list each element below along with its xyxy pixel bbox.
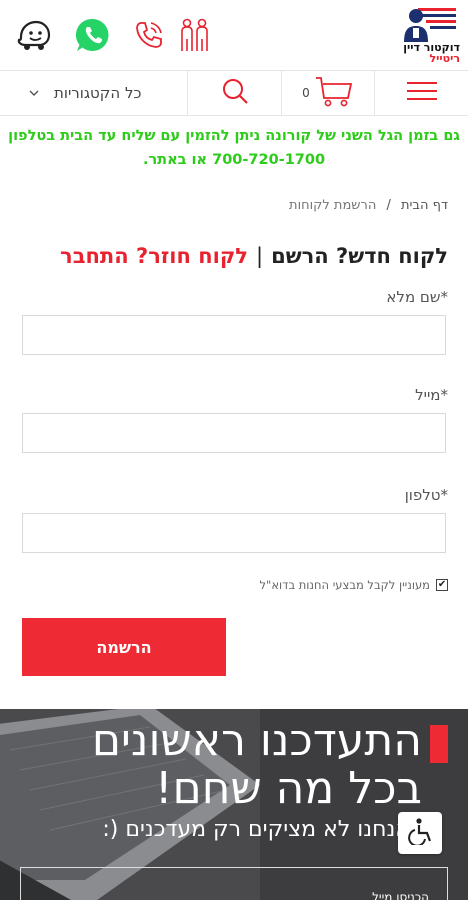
newsletter-label: מעוניין לקבל מבצעי החנות בדוא"ל [259, 578, 430, 592]
page-title: לקוח חדש? הרשם | לקוח חוזר? התחבר [60, 244, 448, 268]
name-field[interactable] [22, 315, 446, 355]
login-link[interactable]: לקוח חוזר? התחבר [60, 244, 248, 268]
register-button[interactable]: הרשמה [22, 618, 226, 676]
logo-text: דוקטור דיין ריטייל [398, 42, 460, 64]
banner-accent [430, 725, 448, 763]
new-customer-heading: לקוח חדש? הרשם [271, 244, 448, 268]
breadcrumb: דף הבית / הרשמת לקוחות [289, 198, 448, 213]
categories-dropdown[interactable]: כל הקטגוריות [0, 71, 187, 115]
email-field[interactable] [22, 413, 446, 453]
covid-notice: גם בזמן הגל השני של קורונה ניתן להזמין ע… [8, 128, 460, 168]
accessibility-button[interactable] [398, 812, 442, 854]
menu-button[interactable] [374, 71, 468, 115]
phone-field[interactable] [22, 513, 446, 553]
cart-count: 0 [302, 86, 310, 100]
phone-label: *טלפון [404, 486, 448, 504]
breadcrumb-separator: / [386, 198, 391, 213]
newsletter-banner: התעדכנו ראשונים בכל מה שחם! אנחנו לא מצי… [0, 709, 468, 900]
breadcrumb-current: הרשמת לקוחות [289, 198, 377, 213]
site-header: דוקטור דיין ריטייל [0, 0, 468, 70]
name-label: *שם מלא [386, 288, 448, 306]
newsletter-row: ✔ מעוניין לקבל מבצעי החנות בדוא"ל [260, 578, 448, 592]
newsletter-email-box[interactable]: הכניסו מייל [20, 867, 448, 900]
categories-label: כל הקטגוריות [54, 84, 142, 102]
email-label: *מייל [415, 386, 448, 404]
logo-line2: ריטייל [429, 52, 460, 65]
whatsapp-icon[interactable] [74, 16, 112, 54]
banner-title-line1: התעדכנו ראשונים [91, 715, 422, 766]
newsletter-email-placeholder: הכניסו מייל [372, 890, 429, 900]
toolbar: כל הקטגוריות 0 [0, 70, 468, 116]
family-icon[interactable] [176, 16, 214, 54]
banner-title-line2: בכל מה שחם! [154, 763, 422, 814]
newsletter-checkbox[interactable]: ✔ [436, 579, 448, 591]
wheelchair-icon [407, 817, 433, 849]
search-icon [221, 77, 249, 109]
waze-icon[interactable] [14, 16, 52, 54]
cart-icon [314, 74, 354, 112]
heading-divider: | [256, 244, 264, 268]
search-button[interactable] [187, 71, 281, 115]
hamburger-icon [406, 80, 437, 106]
chevron-down-icon [28, 85, 40, 103]
cart-button[interactable]: 0 [281, 71, 374, 115]
banner-subtitle: אנחנו לא מציקים רק מעדכנים (: [102, 817, 410, 842]
phone-icon[interactable] [130, 16, 168, 54]
breadcrumb-home[interactable]: דף הבית [401, 198, 448, 213]
